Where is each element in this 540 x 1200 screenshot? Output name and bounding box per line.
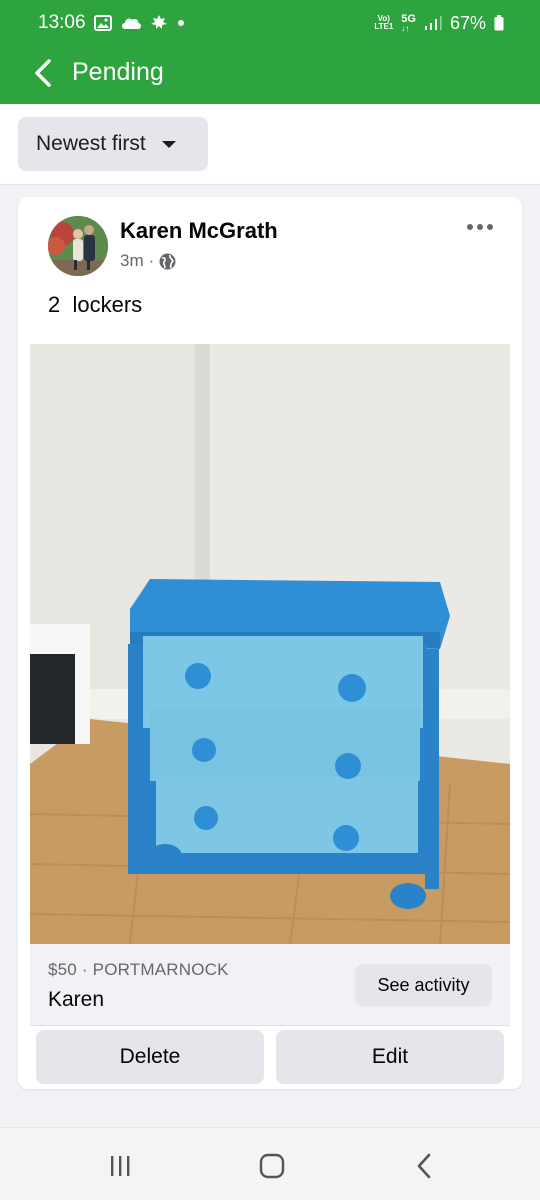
- status-notification-icons: [94, 12, 186, 34]
- caret-down-icon: [161, 140, 176, 148]
- author-name[interactable]: Karen McGrath: [120, 218, 278, 244]
- see-activity-button[interactable]: See activity: [355, 964, 492, 1006]
- top-bar: 13:06 Vo) LTE1 5G ↓↑ 67% Pending: [0, 0, 540, 104]
- status-system-icons: Vo) LTE1 5G ↓↑ 67%: [374, 12, 504, 34]
- back-button[interactable]: [26, 56, 60, 90]
- post-actions: Delete Edit: [36, 1030, 504, 1084]
- more-dot: [477, 224, 483, 230]
- post-meta: 3m ·: [120, 251, 176, 271]
- price-location: $50 · PORTMARNOCK: [48, 960, 229, 979]
- post-text: 2 lockers: [48, 292, 143, 317]
- status-bar: 13:06 Vo) LTE1 5G ↓↑ 67%: [0, 0, 540, 46]
- post-card: Karen McGrath 3m · 2 lockers $50 · PORTM…: [18, 197, 522, 1089]
- leaf-icon: [151, 15, 167, 29]
- more-dot: [487, 224, 493, 230]
- home-button[interactable]: [252, 1146, 292, 1186]
- edit-button[interactable]: Edit: [276, 1030, 504, 1084]
- recent-apps-button[interactable]: [100, 1146, 140, 1186]
- post-time[interactable]: 3m: [120, 251, 144, 271]
- listing-photo[interactable]: [30, 344, 510, 944]
- 5g-icon: 5G ↓↑: [401, 12, 416, 33]
- system-nav-bar: [0, 1127, 540, 1200]
- avatar[interactable]: [48, 216, 108, 276]
- chevron-left-icon: [35, 59, 51, 87]
- screen: 13:06 Vo) LTE1 5G ↓↑ 67% Pending Newest …: [0, 0, 540, 1200]
- back-nav-button[interactable]: [404, 1146, 444, 1186]
- gallery-icon: [94, 15, 112, 31]
- chest-of-drawers-image: [30, 344, 510, 944]
- battery-icon: [494, 15, 504, 31]
- sort-dropdown-button[interactable]: Newest first: [18, 117, 208, 171]
- battery-percent: 67%: [449, 12, 486, 33]
- signal-icon: [424, 16, 442, 30]
- sort-bar: Newest first: [0, 104, 540, 185]
- more-options-button[interactable]: [464, 219, 496, 235]
- sort-label: Newest first: [36, 132, 146, 155]
- volte-icon: Vo) LTE1: [374, 14, 394, 31]
- notification-dot-icon: [178, 20, 184, 26]
- more-dots-icon: [467, 224, 473, 230]
- avatar-photo: [48, 216, 108, 276]
- status-time: 13:06: [38, 12, 86, 33]
- listing-info[interactable]: $50 · PORTMARNOCK Karen See activity: [30, 944, 510, 1026]
- back-icon: [417, 1153, 431, 1179]
- page-title: Pending: [72, 58, 164, 86]
- cloud-icon: [122, 18, 141, 29]
- delete-button[interactable]: Delete: [36, 1030, 264, 1084]
- seller-name: Karen: [48, 988, 105, 1011]
- app-header: Pending: [0, 46, 540, 104]
- meta-separator: ·: [148, 251, 155, 270]
- feed[interactable]: Karen McGrath 3m · 2 lockers $50 · PORTM…: [0, 185, 540, 1127]
- globe-icon: [159, 253, 176, 269]
- home-icon: [259, 1153, 285, 1179]
- recent-apps-icon: [111, 1156, 130, 1176]
